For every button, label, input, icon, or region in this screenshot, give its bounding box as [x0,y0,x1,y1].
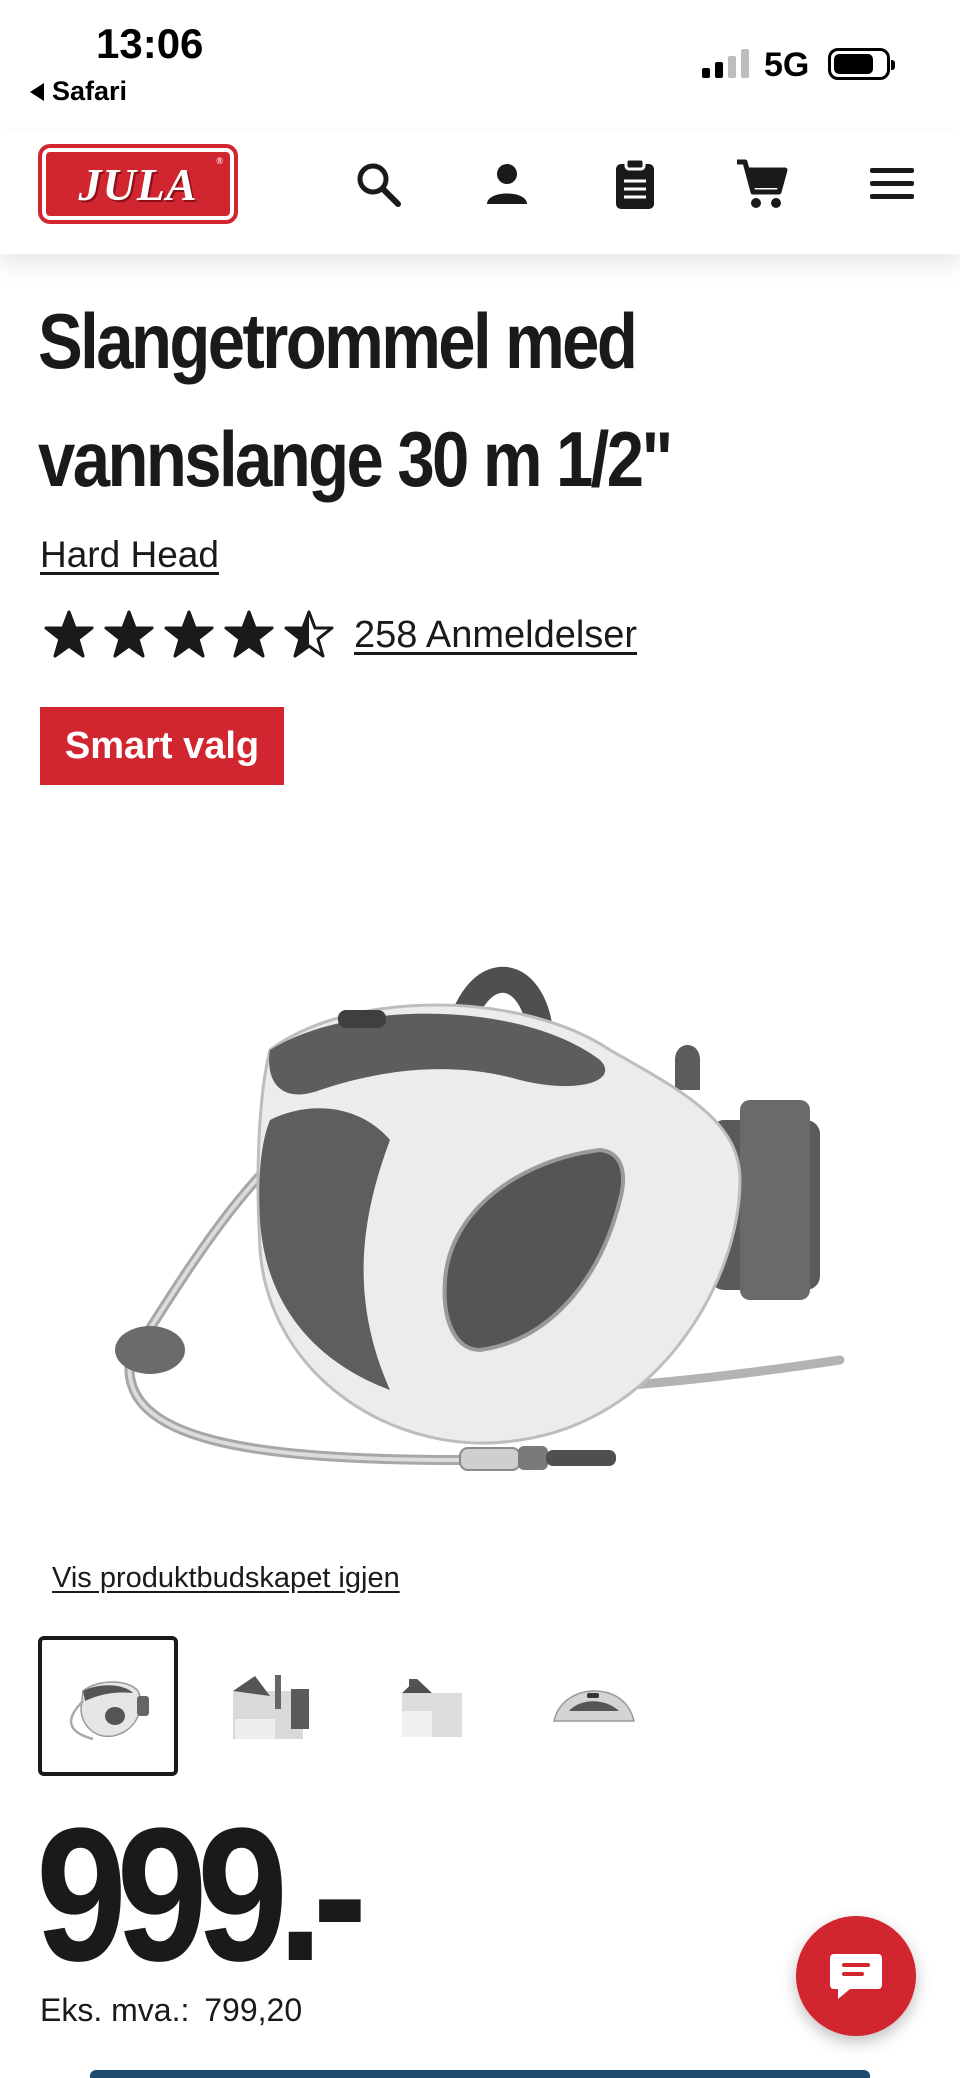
star-rating [44,610,334,660]
battery-icon [828,48,895,80]
back-to-safari[interactable]: Safari [30,76,127,107]
logo-registered-mark: ® [216,156,224,166]
network-type: 5G [764,46,810,84]
shopping-list-icon[interactable] [607,156,663,212]
product-image[interactable] [100,920,860,1520]
site-header: JULA ® [0,130,960,254]
cart-icon[interactable] [734,156,790,212]
chat-bubble-icon [830,1954,882,1999]
star-full-icon [44,610,94,658]
vat-label: Eks. mva.: [40,1992,190,2028]
thumbnail-2[interactable] [200,1636,340,1776]
product-price: 999.- [36,1789,367,2001]
brand-link[interactable]: Hard Head [40,534,219,576]
price-excl-vat: Eks. mva.: 799,20 [40,1992,302,2029]
star-full-icon [224,610,274,658]
star-full-icon [104,610,154,658]
star-half-icon [284,610,334,658]
account-icon[interactable] [479,156,535,212]
smart-choice-badge: Smart valg [40,707,284,785]
bottom-button-edge[interactable] [90,2070,870,2078]
chat-button[interactable] [796,1916,916,2036]
thumbnail-4[interactable] [524,1636,664,1776]
vat-price: 799,20 [204,1992,303,2028]
restore-product-message-link[interactable]: Vis produktbudskapet igjen [52,1562,400,1595]
product-title: Slangetrommel med vannslange 30 m 1/2" [38,297,673,503]
cellular-signal-icon [702,48,749,78]
status-bar: 13:06 Safari 5G [0,0,960,130]
status-time: 13:06 [96,20,204,67]
menu-icon[interactable] [864,156,920,212]
jula-logo[interactable]: JULA ® [38,144,238,224]
search-icon[interactable] [350,156,406,212]
thumbnail-3[interactable] [362,1636,502,1776]
thumbnail-1[interactable] [38,1636,178,1776]
logo-text: JULA [78,158,198,210]
back-arrow-icon [30,82,44,101]
back-app-label: Safari [52,76,128,106]
star-full-icon [164,610,214,658]
rating-row: 258 Anmeldelser [44,610,637,660]
reviews-link[interactable]: 258 Anmeldelser [354,614,637,657]
thumbnail-strip [38,1636,686,1776]
